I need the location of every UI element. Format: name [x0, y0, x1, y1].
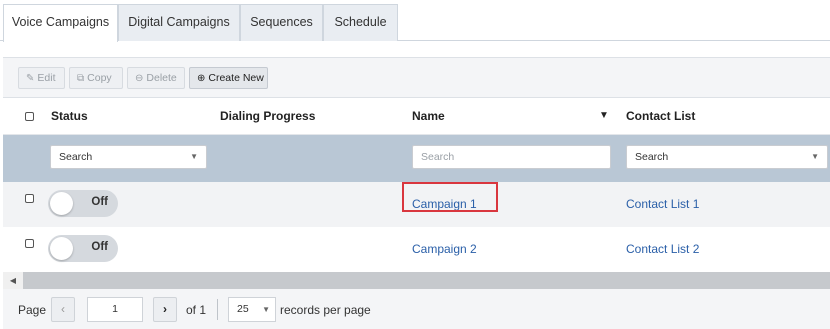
page-label: Page [18, 303, 47, 317]
contact-list-filter-select[interactable]: Search ▼ [626, 145, 828, 169]
toggle-knob [50, 192, 73, 215]
column-header-contact-list[interactable]: Contact List [626, 109, 695, 123]
select-all-checkbox[interactable] [25, 112, 34, 121]
highlight-box [402, 182, 498, 212]
edit-icon: ✎ [26, 73, 35, 84]
tab-voice-campaigns[interactable]: Voice Campaigns [3, 4, 118, 42]
column-header-name[interactable]: Name [412, 109, 445, 123]
status-toggle-label: Off [91, 196, 108, 208]
copy-button[interactable]: ⧉ Copy [69, 67, 123, 89]
table-row: Off Campaign 2 Contact List 2 [3, 227, 830, 272]
name-filter-placeholder: Search [421, 151, 455, 163]
horizontal-scrollbar[interactable]: ◀ [3, 272, 830, 289]
page-number-input[interactable]: 1 [87, 297, 143, 322]
page-size-select[interactable]: 25 ▼ [228, 297, 276, 322]
toggle-knob [50, 237, 73, 260]
status-toggle-label: Off [91, 241, 108, 253]
campaign-name-link[interactable]: Campaign 2 [412, 242, 477, 256]
filter-row: Search ▼ Search Search ▼ [3, 135, 830, 182]
pager-divider [217, 299, 218, 320]
delete-button[interactable]: ⊖ Delete [127, 67, 185, 89]
status-toggle[interactable]: Off [48, 235, 118, 262]
plus-circle-icon: ⊕ [197, 73, 206, 84]
contact-list-link[interactable]: Contact List 1 [626, 197, 699, 211]
sort-descending-icon[interactable]: ▼ [599, 110, 609, 121]
delete-label: Delete [146, 72, 177, 84]
create-new-button[interactable]: ⊕ Create New [189, 67, 268, 89]
chevron-down-icon: ▼ [262, 305, 270, 314]
column-header-dialing-progress[interactable]: Dialing Progress [220, 109, 315, 123]
toolbar: ✎ Edit ⧉ Copy ⊖ Delete ⊕ Create New [3, 57, 830, 98]
copy-label: Copy [87, 72, 112, 84]
row-checkbox[interactable] [25, 194, 34, 203]
previous-page-button[interactable]: ‹ [51, 297, 75, 322]
name-filter-input[interactable]: Search [412, 145, 611, 169]
row-checkbox[interactable] [25, 239, 34, 248]
column-header-status[interactable]: Status [51, 109, 88, 123]
edit-label: Edit [37, 72, 56, 84]
records-per-page-label: records per page [280, 303, 371, 317]
chevron-down-icon: ▼ [190, 152, 198, 161]
tab-digital-campaigns[interactable]: Digital Campaigns [118, 4, 240, 41]
campaign-tabs: Voice Campaigns Digital Campaigns Sequen… [0, 0, 830, 42]
page-count-label: of 1 [186, 303, 207, 317]
contact-list-link[interactable]: Contact List 2 [626, 242, 699, 256]
copy-icon: ⧉ [77, 73, 85, 84]
chevron-down-icon: ▼ [811, 152, 819, 161]
edit-button[interactable]: ✎ Edit [18, 67, 65, 89]
create-new-label: Create New [208, 72, 264, 84]
page-size-value: 25 [237, 303, 249, 315]
minus-circle-icon: ⊖ [135, 73, 144, 84]
tab-sequences[interactable]: Sequences [240, 4, 323, 41]
contact-list-filter-value: Search [635, 151, 669, 163]
status-filter-value: Search [59, 151, 93, 163]
status-filter-select[interactable]: Search ▼ [50, 145, 207, 169]
scroll-left-arrow-icon[interactable]: ◀ [3, 272, 23, 289]
next-page-button[interactable]: › [153, 297, 177, 322]
pagination-bar: Page ‹ 1 › of 1 25 ▼ records per page [3, 289, 830, 329]
status-toggle[interactable]: Off [48, 190, 118, 217]
table-header: Status Dialing Progress Name ▼ Contact L… [3, 99, 830, 135]
tab-schedule[interactable]: Schedule [323, 4, 398, 41]
